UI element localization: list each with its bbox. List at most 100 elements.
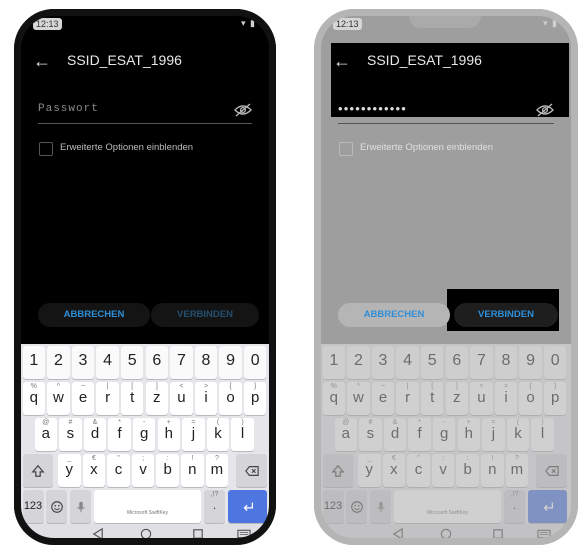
- key-w[interactable]: ^ w: [347, 382, 370, 415]
- emoji-key[interactable]: [346, 490, 367, 523]
- key-8[interactable]: 8: [494, 346, 518, 379]
- home-circle-icon[interactable]: [139, 527, 153, 541]
- key-3[interactable]: 3: [71, 346, 95, 379]
- key-k[interactable]: (k: [206, 418, 230, 451]
- key-c[interactable]: " c: [407, 454, 430, 487]
- key-k[interactable]: (k: [506, 418, 530, 451]
- key-1[interactable]: 1: [22, 346, 46, 379]
- key-x[interactable]: € x: [82, 454, 106, 487]
- key-0[interactable]: 0: [243, 346, 267, 379]
- key-2[interactable]: 2: [47, 346, 70, 379]
- enter-key[interactable]: [228, 490, 267, 523]
- key-c[interactable]: " c: [107, 454, 130, 487]
- recents-square-icon[interactable]: [191, 527, 205, 541]
- password-field[interactable]: Passwort: [38, 101, 252, 124]
- key-v[interactable]: ; v: [431, 454, 455, 487]
- backspace-key[interactable]: [236, 454, 267, 487]
- key-6[interactable]: 6: [145, 346, 169, 379]
- recents-square-icon[interactable]: [491, 527, 505, 541]
- key-0[interactable]: 0: [543, 346, 567, 379]
- key-g[interactable]: -g: [432, 418, 456, 451]
- microphone-key[interactable]: [70, 490, 91, 523]
- key-y[interactable]: _ y: [358, 454, 381, 487]
- backspace-key[interactable]: [536, 454, 567, 487]
- key-g[interactable]: -g: [132, 418, 156, 451]
- emoji-key[interactable]: [46, 490, 67, 523]
- key-o[interactable]: {o: [219, 382, 242, 415]
- back-triangle-icon[interactable]: [391, 527, 405, 541]
- key-9[interactable]: 9: [519, 346, 542, 379]
- key-y[interactable]: _ y: [58, 454, 81, 487]
- key-e[interactable]: ~ e: [71, 382, 95, 415]
- space-key[interactable]: Microsoft SwiftKey: [394, 490, 501, 523]
- key-i[interactable]: > i: [194, 382, 218, 415]
- key-z[interactable]: ] z: [145, 382, 169, 415]
- key-p[interactable]: } p: [243, 382, 267, 415]
- numbers-key[interactable]: 123: [22, 490, 44, 523]
- arrow-left-icon[interactable]: ←: [333, 49, 351, 73]
- key-m[interactable]: ? m: [205, 454, 229, 487]
- space-key[interactable]: Microsoft SwiftKey: [94, 490, 201, 523]
- connect-button[interactable]: VERBINDEN: [151, 303, 259, 327]
- enter-key[interactable]: [528, 490, 567, 523]
- key-u[interactable]: < u: [170, 382, 193, 415]
- key-n[interactable]: ! n: [181, 454, 204, 487]
- key-u[interactable]: < u: [470, 382, 493, 415]
- cancel-button[interactable]: ABBRECHEN: [338, 303, 450, 327]
- key-x[interactable]: € x: [382, 454, 406, 487]
- key-z[interactable]: ] z: [445, 382, 469, 415]
- key-w[interactable]: ^ w: [47, 382, 70, 415]
- key-m[interactable]: ? m: [505, 454, 529, 487]
- key-l[interactable]: ) l: [231, 418, 254, 451]
- key-5[interactable]: 5: [420, 346, 444, 379]
- key-1[interactable]: 1: [322, 346, 346, 379]
- key-n[interactable]: ! n: [481, 454, 504, 487]
- key-9[interactable]: 9: [219, 346, 242, 379]
- key-4[interactable]: 4: [96, 346, 119, 379]
- key-t[interactable]: [t: [420, 382, 444, 415]
- key-s[interactable]: # s: [59, 418, 82, 451]
- key-h[interactable]: + h: [457, 418, 481, 451]
- password-field[interactable]: ••••••••••••: [338, 101, 554, 124]
- eye-off-icon[interactable]: [536, 103, 554, 117]
- key-2[interactable]: 2: [347, 346, 370, 379]
- key-r[interactable]: | r: [96, 382, 119, 415]
- key-3[interactable]: 3: [371, 346, 395, 379]
- keyboard-icon[interactable]: [237, 527, 251, 541]
- key-6[interactable]: 6: [445, 346, 469, 379]
- back-triangle-icon[interactable]: [91, 527, 105, 541]
- period-key[interactable]: ,!?.: [204, 490, 225, 523]
- shift-key[interactable]: [322, 454, 353, 487]
- key-5[interactable]: 5: [120, 346, 144, 379]
- key-7[interactable]: 7: [170, 346, 193, 379]
- key-a[interactable]: @ a: [334, 418, 358, 451]
- key-j[interactable]: = j: [482, 418, 505, 451]
- shift-key[interactable]: [22, 454, 53, 487]
- key-e[interactable]: ~ e: [371, 382, 395, 415]
- keyboard-icon[interactable]: [537, 527, 551, 541]
- key-b[interactable]: :b: [456, 454, 479, 487]
- connect-button[interactable]: VERBINDEN: [454, 303, 558, 327]
- key-p[interactable]: } p: [543, 382, 567, 415]
- key-8[interactable]: 8: [194, 346, 218, 379]
- key-o[interactable]: {o: [519, 382, 542, 415]
- key-l[interactable]: ) l: [531, 418, 554, 451]
- key-t[interactable]: [t: [120, 382, 144, 415]
- key-f[interactable]: * f: [108, 418, 131, 451]
- period-key[interactable]: ,!?.: [504, 490, 525, 523]
- arrow-left-icon[interactable]: ←: [33, 49, 51, 73]
- key-s[interactable]: # s: [359, 418, 382, 451]
- key-a[interactable]: @ a: [34, 418, 58, 451]
- key-b[interactable]: :b: [156, 454, 179, 487]
- key-v[interactable]: ; v: [131, 454, 155, 487]
- key-r[interactable]: | r: [396, 382, 419, 415]
- key-j[interactable]: = j: [182, 418, 205, 451]
- cancel-button[interactable]: ABBRECHEN: [38, 303, 150, 327]
- key-q[interactable]: % q: [22, 382, 46, 415]
- key-d[interactable]: & d: [383, 418, 407, 451]
- numbers-key[interactable]: 123: [322, 490, 344, 523]
- microphone-key[interactable]: [370, 490, 391, 523]
- key-d[interactable]: & d: [83, 418, 107, 451]
- home-circle-icon[interactable]: [439, 527, 453, 541]
- advanced-options-checkbox[interactable]: [339, 142, 353, 156]
